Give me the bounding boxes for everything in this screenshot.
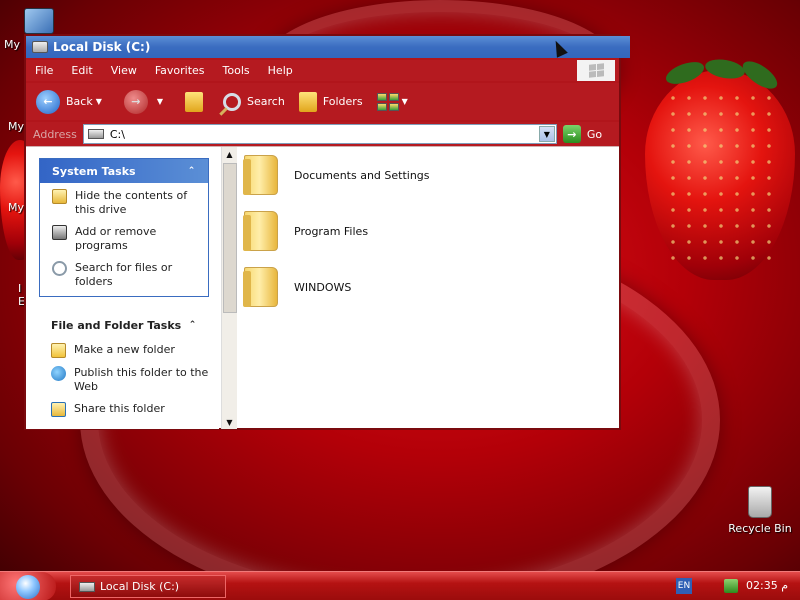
folder-item[interactable]: Program Files [243, 207, 544, 255]
content-area: System Tasks ⌃ Hide the contents of this… [26, 146, 619, 429]
search-icon [223, 92, 242, 111]
address-label: Address [33, 127, 77, 141]
task-hide-drive-contents[interactable]: Hide the contents of this drive [52, 189, 208, 217]
menu-help[interactable]: Help [259, 64, 302, 77]
forward-arrow-icon: → [123, 89, 148, 114]
folder-item[interactable]: WINDOWS [243, 263, 544, 311]
task-label: Make a new folder [74, 343, 175, 356]
forward-dropdown-icon[interactable]: ▼ [157, 97, 163, 106]
go-button[interactable]: → Go [562, 125, 603, 143]
file-folder-tasks-header[interactable]: File and Folder Tasks ⌃ [39, 313, 209, 337]
task-label: Search for files or folders [75, 261, 173, 288]
views-button[interactable]: ▼ [376, 92, 416, 111]
recycle-bin-icon [748, 486, 772, 518]
menu-tools[interactable]: Tools [214, 64, 259, 77]
folder-icon [243, 267, 278, 307]
views-icon [376, 92, 399, 111]
window-title: Local Disk (C:) [53, 40, 151, 54]
folder-item[interactable]: Documents and Settings [243, 151, 544, 199]
task-label: Share this folder [74, 402, 165, 415]
file-folder-tasks-title: File and Folder Tasks [51, 318, 182, 332]
menu-file[interactable]: File [26, 64, 62, 77]
start-button[interactable] [0, 572, 56, 600]
views-dropdown-icon: ▼ [401, 97, 408, 106]
back-button[interactable]: ← Back ▼ [36, 89, 110, 114]
clock[interactable]: 02:35 م [746, 579, 788, 592]
collapse-chevron-icon[interactable]: ⌃ [185, 165, 198, 178]
address-bar: Address C:\ ▼ → Go [26, 122, 619, 146]
task-publish-folder-web[interactable]: Publish this folder to the Web [51, 366, 209, 394]
system-tasks-header[interactable]: System Tasks ⌃ [40, 159, 208, 183]
task-label: Add or remove programs [75, 225, 157, 252]
taskbar: Local Disk (C:) EN 02:35 م [0, 571, 800, 600]
add-remove-icon [52, 225, 67, 240]
menu-view[interactable]: View [102, 64, 146, 77]
address-input[interactable]: C:\ ▼ [82, 124, 557, 144]
folder-icon [243, 155, 278, 195]
menu-favorites[interactable]: Favorites [146, 64, 214, 77]
desktop-computer-icon[interactable] [24, 8, 54, 34]
title-bar[interactable]: Local Disk (C:) [26, 36, 630, 58]
search-icon [52, 261, 67, 276]
task-share-folder[interactable]: Share this folder [51, 402, 209, 417]
web-publish-icon [51, 366, 66, 381]
go-arrow-icon: → [562, 125, 581, 143]
scroll-down-icon[interactable]: ▼ [222, 415, 237, 429]
explorer-window: Local Disk (C:) File Edit View Favorites… [24, 34, 630, 430]
folders-icon [298, 91, 317, 112]
menu-bar: File Edit View Favorites Tools Help [26, 60, 619, 81]
drive-icon [32, 41, 48, 53]
windows-logo-icon [577, 60, 615, 81]
network-tray-icon[interactable] [724, 579, 738, 593]
task-add-remove-programs[interactable]: Add or remove programs [52, 225, 208, 253]
address-value: C:\ [109, 127, 125, 141]
new-folder-icon [51, 343, 66, 358]
task-pane: System Tasks ⌃ Hide the contents of this… [26, 147, 219, 429]
folder-name: Program Files [294, 224, 369, 238]
recycle-bin[interactable]: Recycle Bin [728, 486, 792, 535]
wallpaper-strawberry [645, 56, 795, 280]
system-tasks-panel: System Tasks ⌃ Hide the contents of this… [39, 158, 209, 297]
taskbar-window-label: Local Disk (C:) [100, 580, 180, 593]
back-arrow-icon: ← [36, 89, 60, 114]
share-icon [51, 402, 66, 417]
scroll-up-icon[interactable]: ▲ [222, 147, 237, 161]
task-pane-scrollbar[interactable]: ▲ ▼ [221, 147, 237, 429]
collapse-chevron-icon[interactable]: ⌃ [186, 319, 199, 332]
system-tasks-title: System Tasks [52, 164, 136, 178]
folders-button[interactable]: Folders [298, 91, 363, 112]
desktop-icon-label[interactable]: My [8, 201, 24, 214]
drive-icon [87, 129, 104, 139]
toolbar: ← Back ▼ → ▼ Search Folders ▼ [26, 83, 619, 120]
menu-edit[interactable]: Edit [62, 64, 101, 77]
task-search-files[interactable]: Search for files or folders [52, 261, 208, 289]
language-indicator[interactable]: EN [676, 578, 692, 594]
folder-icon [52, 189, 67, 204]
folder-name: WINDOWS [294, 280, 352, 294]
address-dropdown-icon[interactable]: ▼ [538, 126, 555, 142]
folder-up-icon [185, 91, 204, 112]
windows-orb-icon [16, 574, 40, 599]
taskbar-window-button[interactable]: Local Disk (C:) [70, 575, 226, 598]
folder-name: Documents and Settings [294, 168, 430, 182]
forward-button[interactable]: → ▼ [123, 89, 171, 114]
scroll-thumb[interactable] [223, 163, 237, 313]
search-button[interactable]: Search [223, 92, 285, 111]
file-folder-tasks-panel: File and Folder Tasks ⌃ Make a new folde… [39, 313, 209, 425]
up-button[interactable] [185, 91, 209, 112]
task-label: Hide the contents of this drive [75, 189, 188, 216]
back-dropdown-icon[interactable]: ▼ [96, 97, 102, 106]
drive-icon [79, 581, 95, 592]
folder-icon [243, 211, 278, 251]
search-label: Search [247, 95, 285, 108]
recycle-bin-label: Recycle Bin [728, 522, 792, 535]
task-label: Publish this folder to the Web [74, 366, 209, 393]
back-label: Back [66, 95, 93, 108]
task-make-new-folder[interactable]: Make a new folder [51, 343, 209, 358]
go-label: Go [586, 127, 603, 141]
folders-label: Folders [322, 95, 363, 108]
desktop-icon-label[interactable]: My [8, 120, 24, 133]
